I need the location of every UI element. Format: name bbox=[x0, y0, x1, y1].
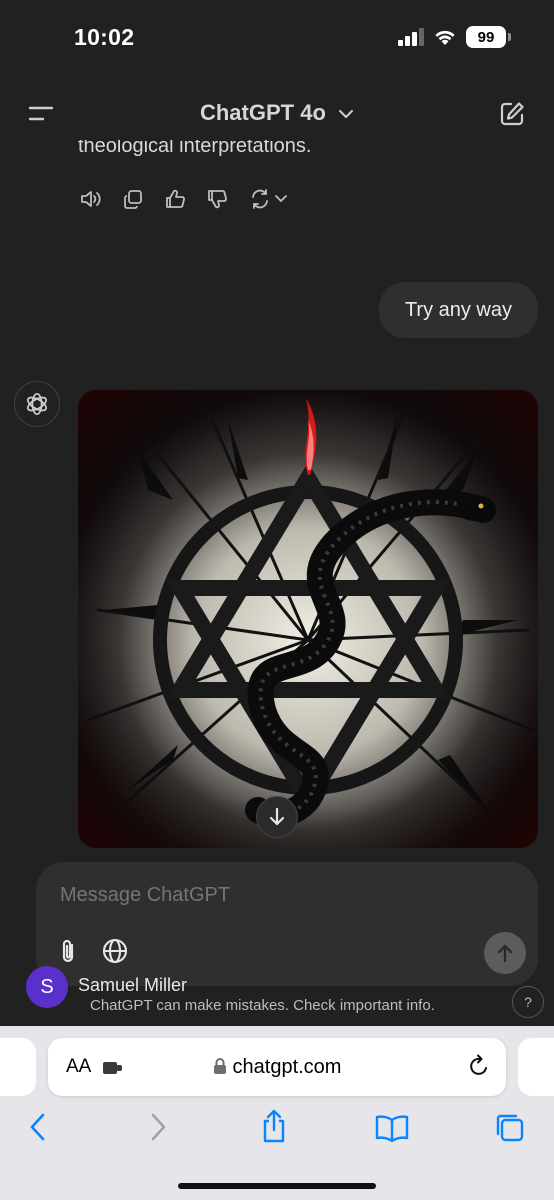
share-icon bbox=[263, 1109, 285, 1143]
user-message-bubble: Try any way bbox=[378, 282, 538, 338]
scroll-to-bottom-button[interactable] bbox=[256, 796, 298, 838]
forward-button[interactable] bbox=[148, 1112, 168, 1142]
back-icon bbox=[30, 1113, 45, 1141]
new-chat-icon bbox=[500, 102, 524, 126]
bad-response-button[interactable] bbox=[204, 186, 230, 212]
lock-icon bbox=[213, 1058, 226, 1074]
new-chat-button[interactable] bbox=[498, 100, 526, 128]
back-button[interactable] bbox=[28, 1112, 48, 1142]
globe-icon bbox=[102, 938, 128, 964]
attach-button[interactable] bbox=[56, 938, 80, 966]
home-indicator bbox=[178, 1183, 376, 1189]
arrow-up-icon bbox=[497, 944, 513, 963]
user-avatar[interactable]: S bbox=[26, 966, 68, 1008]
bookmarks-button[interactable] bbox=[374, 1114, 410, 1142]
cellular-icon bbox=[398, 28, 424, 46]
message-actions bbox=[78, 186, 290, 212]
thumbs-down-icon bbox=[208, 190, 227, 209]
generated-artwork bbox=[78, 390, 538, 848]
chevron-down-icon bbox=[275, 195, 287, 203]
regenerate-icon bbox=[252, 189, 268, 209]
send-button[interactable] bbox=[484, 932, 526, 974]
copy-icon bbox=[124, 190, 142, 209]
assistant-avatar bbox=[14, 381, 60, 427]
regenerate-button[interactable] bbox=[246, 186, 290, 212]
composer bbox=[36, 862, 538, 986]
url-text: chatgpt.com bbox=[232, 1056, 342, 1078]
status-icons: 99 bbox=[398, 26, 511, 48]
thumbs-up-icon bbox=[166, 189, 185, 208]
share-button[interactable] bbox=[260, 1108, 288, 1144]
bookmarks-icon bbox=[375, 1115, 409, 1142]
openai-logo-icon bbox=[27, 392, 47, 416]
forward-icon bbox=[151, 1113, 166, 1141]
model-title: ChatGPT 4o bbox=[199, 100, 326, 125]
chevron-down-icon bbox=[338, 109, 354, 119]
good-response-button[interactable] bbox=[162, 186, 188, 212]
paperclip-icon bbox=[62, 939, 74, 963]
disclaimer-text: ChatGPT can make mistakes. Check importa… bbox=[90, 997, 435, 1014]
assistant-message-fragment: theological interpretations. bbox=[78, 140, 312, 157]
battery-indicator: 99 bbox=[466, 26, 511, 48]
arrow-down-icon bbox=[269, 807, 285, 826]
web-search-button[interactable] bbox=[101, 937, 129, 965]
reload-icon bbox=[470, 1054, 487, 1075]
tabs-button[interactable] bbox=[494, 1112, 526, 1144]
copy-button[interactable] bbox=[120, 186, 146, 212]
reload-button[interactable] bbox=[468, 1054, 490, 1078]
wifi-icon bbox=[435, 30, 455, 45]
generated-image[interactable] bbox=[78, 390, 538, 848]
read-aloud-button[interactable] bbox=[78, 186, 104, 212]
message-input[interactable] bbox=[60, 884, 460, 907]
tabs-icon bbox=[496, 1114, 524, 1142]
model-selector[interactable]: ChatGPT 4o bbox=[0, 100, 554, 126]
help-button[interactable]: ? bbox=[512, 986, 544, 1018]
user-name[interactable]: Samuel Miller bbox=[78, 975, 187, 996]
speaker-icon bbox=[81, 191, 101, 207]
status-time: 10:02 bbox=[74, 24, 135, 50]
